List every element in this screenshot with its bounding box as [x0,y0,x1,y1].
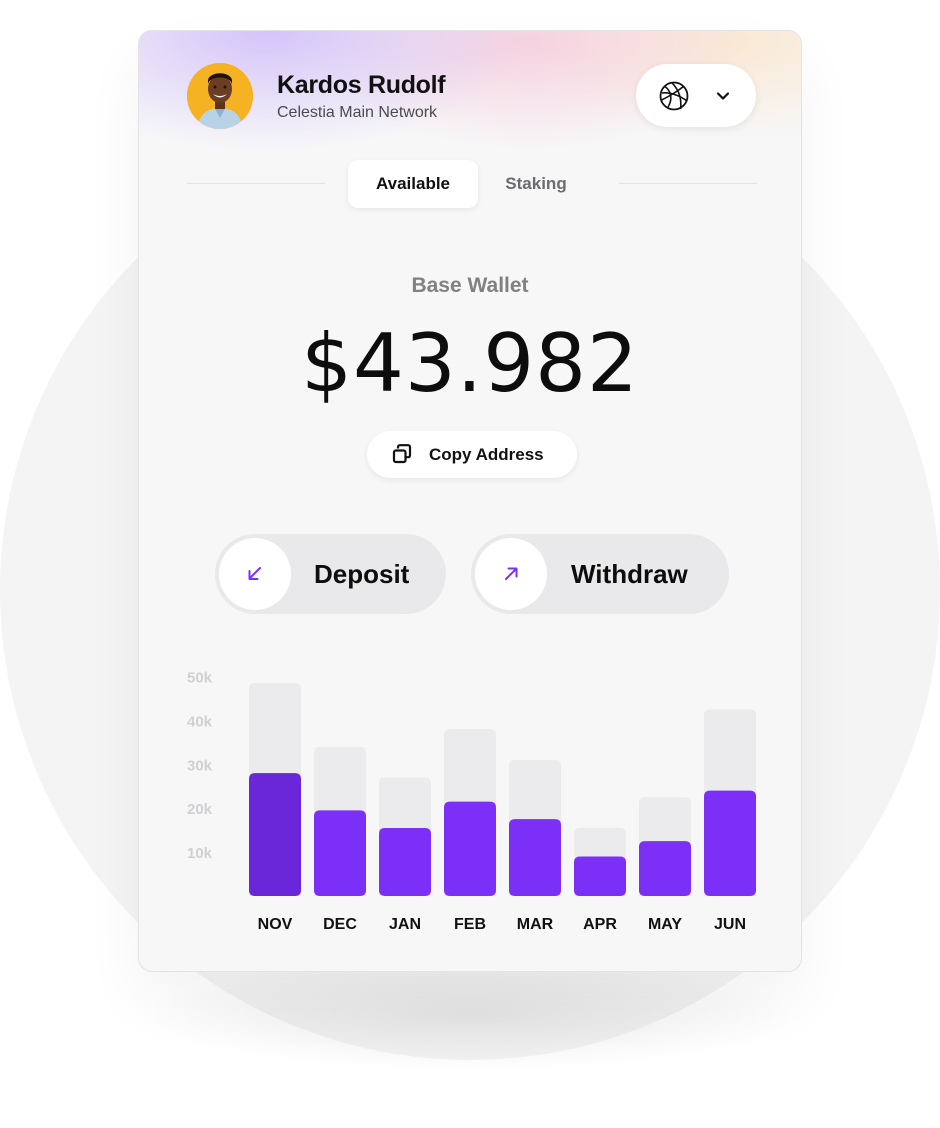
stage: Kardos Rudolf Celestia Main Network Avai… [0,0,940,1128]
bar-feb[interactable] [444,801,496,896]
x-tick-label: APR [583,916,617,933]
x-tick-label: FEB [454,916,486,933]
bar-jun[interactable] [704,790,756,896]
x-tick-label: JAN [389,916,421,933]
wallet-card: Kardos Rudolf Celestia Main Network Avai… [138,30,802,972]
y-tick-label: 50k [187,670,213,687]
bar-nov[interactable] [249,773,301,896]
card-shadow [150,960,790,1070]
x-tick-label: MAR [517,916,554,933]
x-tick-label: NOV [258,916,293,933]
bar-dec[interactable] [314,810,366,896]
bar-jan[interactable] [379,827,431,896]
y-tick-label: 20k [187,801,213,818]
y-tick-label: 40k [187,713,213,730]
monthly-bar-chart: 50k 40k 30k 20k 10k NOV DEC JAN FEB MAR APR MAY JUN [187,670,756,933]
y-tick-label: 30k [187,757,213,774]
y-tick-label: 10k [187,845,213,862]
bar-apr[interactable] [574,856,626,896]
bar-may[interactable] [639,841,691,896]
x-tick-label: MAY [648,916,682,933]
bar-mar[interactable] [509,819,561,896]
x-tick-label: DEC [323,916,357,933]
x-tick-label: JUN [714,916,746,933]
